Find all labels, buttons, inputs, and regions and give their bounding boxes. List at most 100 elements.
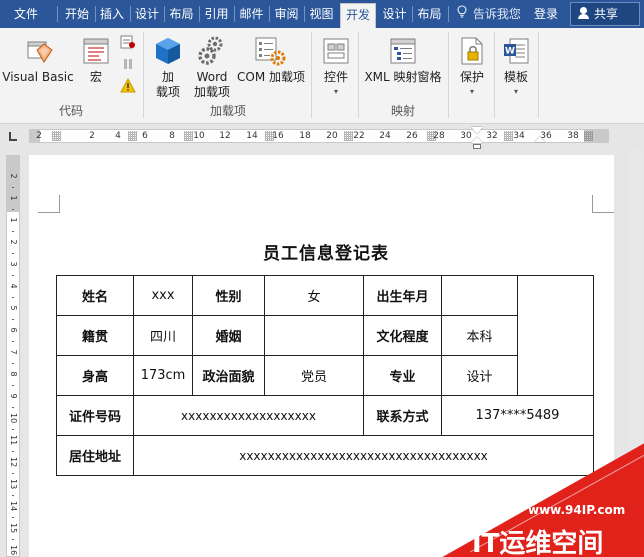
xml-mapping-label: XML 映射窗格 — [364, 70, 442, 84]
ruler-tick-label: 8 — [9, 371, 18, 377]
lightbulb-icon — [455, 4, 469, 24]
visual-basic-icon — [27, 41, 53, 63]
table-cell[interactable]: 137****5489 — [441, 395, 594, 436]
macro-label: 宏 — [89, 70, 102, 84]
table-cell[interactable]: 婚姻 — [192, 315, 265, 356]
hanging-indent-marker[interactable] — [471, 137, 483, 144]
column-marker[interactable] — [504, 131, 513, 141]
tab-insert[interactable]: 插入 — [96, 3, 128, 25]
record-macro-icon[interactable] — [120, 34, 136, 50]
table-row: 身高 173cm 政治面貌 党员 专业 设计 — [56, 355, 594, 396]
table-cell[interactable]: 姓名 — [56, 275, 134, 316]
table-cell[interactable]: 本科 — [441, 315, 518, 356]
column-marker[interactable] — [584, 131, 593, 141]
group-label-code: 代码 — [58, 104, 83, 118]
ruler-tick — [12, 297, 14, 298]
pause-record-icon[interactable] — [120, 56, 136, 72]
protect-label: 保护 — [459, 70, 484, 84]
tell-me-box[interactable]: 告诉我您 — [455, 4, 521, 24]
tab-file[interactable]: 文件 — [6, 3, 46, 25]
word-template-icon: W — [504, 38, 529, 64]
column-marker[interactable] — [265, 131, 274, 141]
addins-button[interactable]: 加 载项 — [148, 32, 188, 102]
word-addins-button[interactable]: Word 加载项 — [190, 32, 234, 102]
share-button[interactable]: 共享 — [570, 2, 640, 26]
first-line-indent-marker[interactable] — [471, 127, 483, 134]
svg-text:W: W — [505, 47, 515, 57]
macro-button[interactable]: 宏 — [78, 32, 114, 92]
table-cell[interactable]: 173cm — [133, 355, 193, 396]
tell-me-text: 告诉我您 — [472, 7, 521, 21]
login-link[interactable]: 登录 — [534, 3, 558, 25]
tab-review[interactable]: 审阅 — [270, 3, 303, 25]
tab-design[interactable]: 设计 — [131, 3, 163, 25]
vertical-ruler[interactable]: 2 1 1 2 3 4 5 6 7 8 9 10 11 12 13 14 15 16 — [6, 155, 20, 557]
ruler-tick-label: 18 — [299, 131, 311, 141]
ruler-tick-label: 6 — [142, 131, 148, 141]
tab-references[interactable]: 引用 — [200, 3, 233, 25]
ruler-tick — [12, 407, 14, 408]
ruler-tick-label: 10 — [9, 413, 18, 424]
tab-table-design[interactable]: 设计 — [378, 3, 411, 25]
watermark-brand: IT运维空间 — [472, 528, 603, 557]
ruler-tick — [12, 495, 14, 496]
tab-mailings[interactable]: 邮件 — [235, 3, 268, 25]
table-cell[interactable]: 女 — [264, 275, 364, 316]
ruler-tick-label: 32 — [486, 131, 498, 141]
table-cell[interactable]: xxxxxxxxxxxxxxxxxxx — [133, 395, 364, 436]
tab-home[interactable]: 开始 — [60, 3, 94, 25]
controls-label: 控件 — [323, 70, 348, 84]
ruler-tick — [12, 363, 14, 364]
column-marker[interactable] — [184, 131, 193, 141]
group-separator — [494, 32, 495, 118]
ribbon-tab-bar: 文件 开始 插入 设计 布局 引用 邮件 审阅 视图 开发 设计 布局 告诉我您… — [0, 0, 644, 28]
ruler-tick-label: 9 — [9, 393, 18, 399]
tab-separator — [57, 6, 58, 22]
table-cell[interactable]: 专业 — [363, 355, 442, 396]
controls-button[interactable]: 控件 ▾ — [316, 32, 356, 102]
table-cell[interactable]: 设计 — [441, 355, 518, 396]
table-cell[interactable]: 政治面貌 — [192, 355, 265, 396]
table-cell[interactable]: 联系方式 — [363, 395, 442, 436]
table-cell[interactable]: xxx — [133, 275, 193, 316]
table-cell[interactable]: 籍贯 — [56, 315, 134, 356]
column-marker[interactable] — [427, 131, 436, 141]
ruler-tick — [12, 429, 14, 430]
cube-icon — [156, 38, 180, 64]
column-marker[interactable] — [52, 131, 61, 141]
crop-mark-top-right — [592, 195, 614, 213]
template-button[interactable]: W 模板 ▾ — [496, 32, 536, 102]
photo-cell[interactable] — [517, 275, 594, 396]
table-cell[interactable]: 党员 — [264, 355, 364, 396]
visual-basic-button[interactable]: Visual Basic — [2, 32, 74, 92]
table-cell[interactable]: 证件号码 — [56, 395, 134, 436]
macro-security-icon[interactable] — [120, 78, 136, 94]
tab-layout[interactable]: 布局 — [165, 3, 198, 25]
horizontal-ruler[interactable]: 2 4 6 8 10 12 14 16 18 20 22 24 26 28 30 32 34 36 38 2 — [29, 127, 609, 149]
table-cell[interactable]: 出生年月 — [363, 275, 442, 316]
tab-stop-selector-icon[interactable] — [6, 129, 20, 143]
tab-view[interactable]: 视图 — [305, 3, 338, 25]
table-cell[interactable] — [264, 315, 364, 356]
ruler-tick-label: 22 — [353, 131, 365, 141]
column-marker[interactable] — [128, 131, 137, 141]
table-cell[interactable]: 身高 — [56, 355, 134, 396]
table-cell[interactable]: 文化程度 — [363, 315, 442, 356]
table-cell[interactable]: 四川 — [133, 315, 193, 356]
table-cell[interactable]: 性别 — [192, 275, 265, 316]
com-addins-button[interactable]: COM 加载项 — [234, 32, 308, 92]
xml-mapping-pane-button[interactable]: XML 映射窗格 — [360, 32, 446, 92]
column-marker[interactable] — [344, 131, 353, 141]
left-indent-marker[interactable] — [473, 144, 481, 149]
ruler-tick-label: 38 — [567, 131, 579, 141]
tab-table-layout[interactable]: 布局 — [413, 3, 446, 25]
ruler-tick-label: 6 — [9, 327, 18, 333]
tab-developer[interactable]: 开发 — [340, 3, 376, 28]
ruler-tick-label: 4 — [9, 283, 18, 289]
ruler-tick — [12, 451, 14, 452]
table-cell[interactable] — [441, 275, 518, 316]
ruler-tick-label: 2 — [89, 131, 95, 141]
ruler-tick-label: 2 — [9, 173, 18, 179]
table-cell[interactable]: 居住地址 — [56, 435, 134, 476]
protect-button[interactable]: 保护 ▾ — [452, 32, 492, 102]
